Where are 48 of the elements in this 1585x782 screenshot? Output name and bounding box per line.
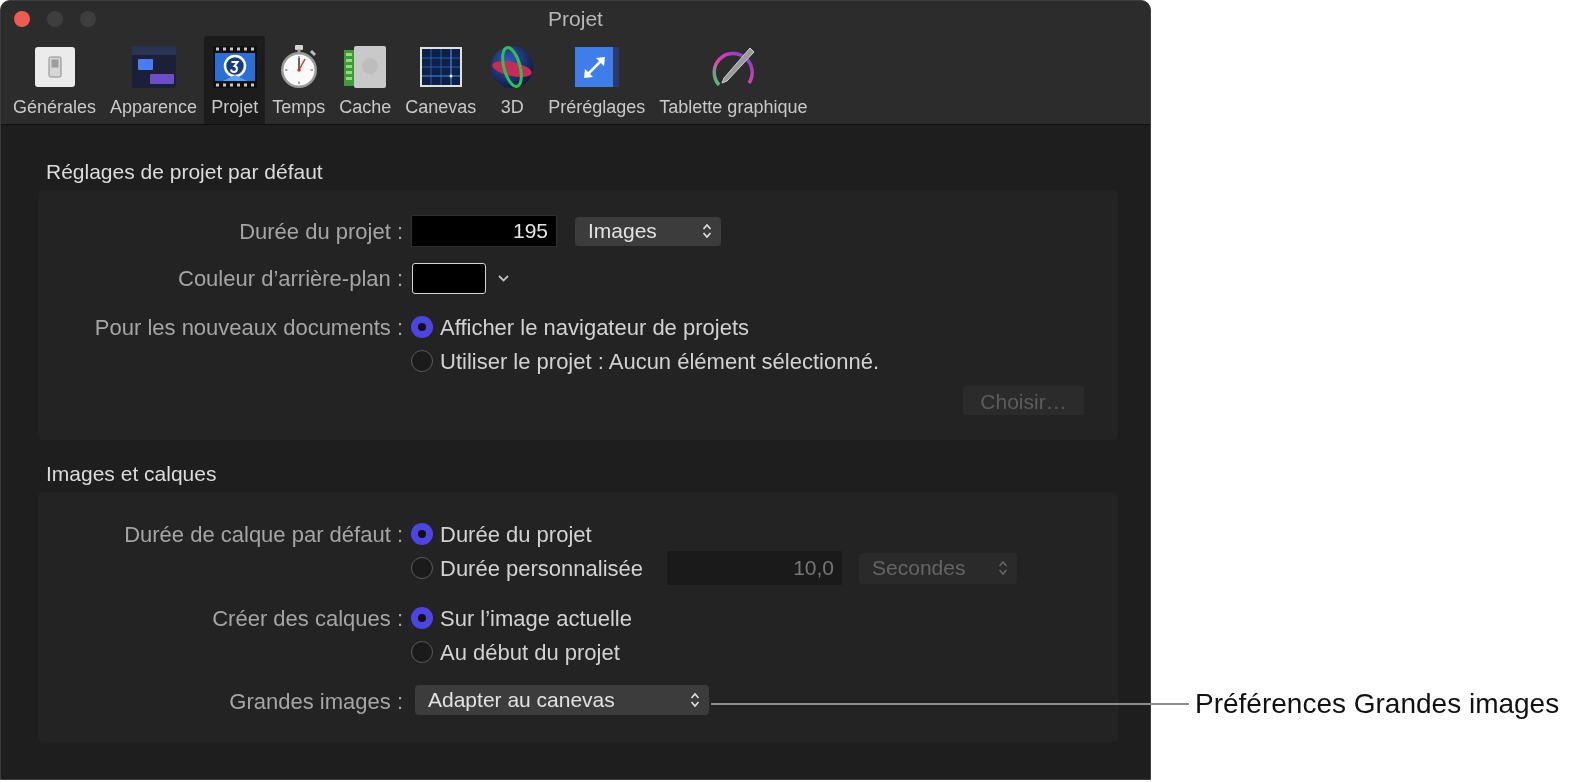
field-label: Durée de calque par défaut : <box>124 520 403 549</box>
option-label: Durée du projet <box>440 520 592 549</box>
chevron-down-icon[interactable] <box>498 275 509 282</box>
toolbar-tab[interactable]: Canevas <box>398 36 484 124</box>
switch-icon <box>34 47 75 87</box>
option-label: Utiliser le projet : Aucun élément sélectionné. <box>440 347 879 376</box>
option-label: Durée personnalisée <box>440 554 644 583</box>
toolbar-tab[interactable]: Temps <box>265 36 333 124</box>
stylus-arc-icon <box>710 45 757 89</box>
popup-button[interactable]: Images <box>575 216 721 246</box>
radio-button[interactable] <box>411 523 433 545</box>
updown-chevron-icon <box>998 560 1009 576</box>
field-label: Pour les nouveaux documents : <box>94 313 403 342</box>
callout-label: Préférences Grandes images <box>1195 687 1560 721</box>
drive-icon <box>344 46 387 88</box>
field-label: Durée du projet : <box>239 217 403 246</box>
radio-button[interactable] <box>411 316 433 338</box>
section-heading: Réglages de projet par défaut <box>46 160 323 184</box>
sphere-icon <box>490 45 535 89</box>
window-title: Projet <box>548 5 603 32</box>
close-button[interactable] <box>14 10 30 27</box>
section-heading: Images et calques <box>46 462 217 486</box>
toolbar-tab[interactable]: Générales <box>6 36 104 124</box>
window-layout-icon <box>131 46 176 88</box>
field-label: Créer des calques : <box>212 604 403 633</box>
radio-button[interactable] <box>411 607 433 629</box>
toolbar-tab[interactable]: Préréglages <box>541 36 653 124</box>
field-label: Grandes images : <box>229 687 403 716</box>
number-field[interactable]: 195 <box>411 215 557 247</box>
option-label: Au début du projet <box>440 638 620 667</box>
toolbar-tab[interactable]: Projet <box>204 36 266 124</box>
resize-arrows-icon <box>574 47 619 87</box>
radio-button[interactable] <box>411 557 433 579</box>
option-label: Sur l’image actuelle <box>440 604 632 633</box>
toolbar-tab[interactable]: 3D <box>483 36 542 124</box>
color-well[interactable] <box>412 263 486 294</box>
radio-button[interactable] <box>411 350 433 372</box>
updown-chevron-icon <box>690 692 700 708</box>
popup-button[interactable]: Adapter au canevas <box>415 685 709 715</box>
toolbar-tab[interactable]: Tablette graphique <box>652 36 815 124</box>
option-label: Afficher le navigateur de projets <box>440 313 749 342</box>
field-label: Couleur d’arrière-plan : <box>178 265 403 293</box>
grid-icon <box>419 47 462 87</box>
toolbar-tab[interactable]: Apparence <box>103 36 205 124</box>
radio-button[interactable] <box>411 641 433 663</box>
updown-chevron-icon <box>702 223 712 239</box>
toolbar-tab[interactable]: Cache <box>332 36 399 124</box>
film-frame-icon <box>212 46 257 88</box>
